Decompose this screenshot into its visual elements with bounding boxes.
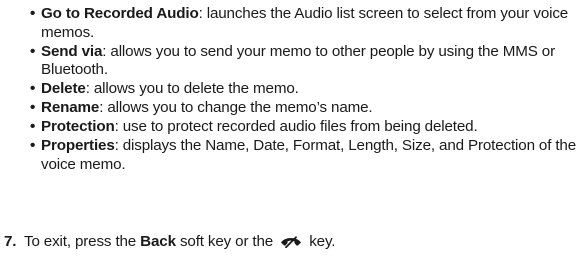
bullet-mark: • (30, 5, 36, 22)
option-protection: • Protection: use to protect recorded au… (0, 118, 583, 137)
option-delete: • Delete: allows you to delete the memo. (0, 80, 583, 99)
option-description: : use to protect recorded audio files fr… (114, 118, 478, 135)
exit-step: 7. To exit, press the Back soft key or th… (0, 233, 583, 252)
back-soft-key-label: Back (140, 233, 176, 250)
option-description: : displays the Name, Date, Format, Lengt… (41, 137, 577, 173)
option-term: Properties (41, 137, 115, 154)
option-rename: • Rename: allows you to change the memo’… (0, 99, 583, 118)
bullet-mark: • (30, 137, 36, 154)
bullet-mark: • (30, 99, 36, 116)
option-properties: • Properties: displays the Name, Date, F… (0, 137, 583, 174)
step-number: 7. (4, 233, 17, 250)
step-text-middle: soft key or the (175, 233, 278, 250)
option-term: Protection (41, 118, 115, 135)
options-list: • Go to Recorded Audio: launches the Aud… (0, 5, 583, 175)
option-description: : allows you to send your memo to other … (41, 42, 555, 79)
bullet-mark: • (30, 118, 36, 135)
step-text-before: To exit, press the (24, 233, 141, 250)
option-term: Send via (41, 42, 103, 60)
option-send-via: • Send via: allows you to send your memo… (0, 43, 583, 80)
end-call-key-icon (280, 234, 302, 249)
bullet-mark: • (30, 80, 36, 97)
option-go-to-recorded-audio: • Go to Recorded Audio: launches the Aud… (0, 5, 583, 42)
option-term: Rename (41, 99, 100, 116)
bullet-mark: • (30, 42, 36, 60)
option-description: : allows you to delete the memo. (85, 80, 299, 97)
step-text-after: key. (305, 233, 336, 250)
option-term: Go to Recorded Audio (41, 5, 199, 22)
option-term: Delete (41, 80, 86, 97)
option-description: : allows you to change the memo’s name. (99, 99, 373, 116)
